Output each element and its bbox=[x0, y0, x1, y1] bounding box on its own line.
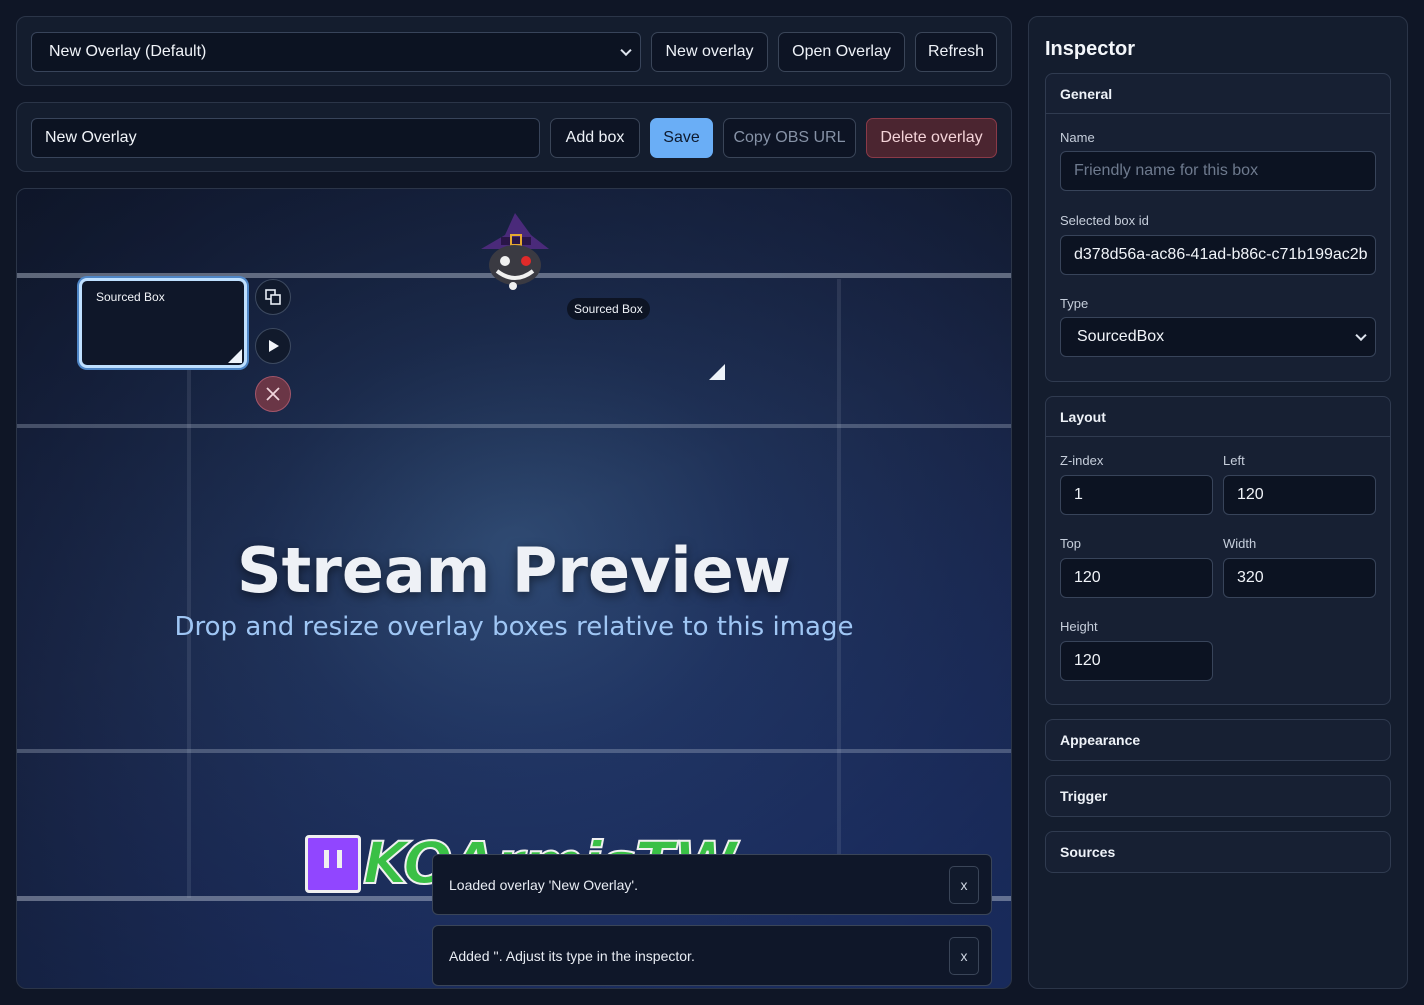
general-section: General Name Friendly name for this box … bbox=[1045, 73, 1391, 382]
open-overlay-button[interactable]: Open Overlay bbox=[778, 32, 905, 72]
other-box-resize-handle[interactable] bbox=[709, 364, 725, 380]
height-input[interactable]: 120 bbox=[1060, 641, 1213, 681]
toast-close-button[interactable]: x bbox=[949, 937, 979, 975]
left-value: 120 bbox=[1237, 486, 1264, 503]
overlay-selector-bar: New Overlay (Default) New overlay Open O… bbox=[16, 16, 1012, 86]
inspector-panel: Inspector General Name Friendly name for… bbox=[1028, 16, 1408, 989]
delete-overlay-button[interactable]: Delete overlay bbox=[866, 118, 997, 158]
appearance-section[interactable]: Appearance bbox=[1045, 719, 1391, 761]
width-value: 320 bbox=[1237, 569, 1264, 586]
height-label: Height bbox=[1060, 619, 1098, 634]
layout-section: Layout Z-index 1 Left 120 Top 120 Width … bbox=[1045, 396, 1391, 705]
overlay-name-input[interactable]: New Overlay bbox=[31, 118, 540, 158]
general-section-header[interactable]: General bbox=[1046, 74, 1390, 114]
save-button[interactable]: Save bbox=[650, 118, 713, 158]
refresh-button[interactable]: Refresh bbox=[915, 32, 997, 72]
selected-box-id-label: Selected box id bbox=[1060, 213, 1149, 228]
left-input[interactable]: 120 bbox=[1223, 475, 1376, 515]
selected-box-id-value: d378d56a-ac86-41ad-b86c-c71b199ac2b bbox=[1074, 246, 1368, 263]
toast-text: Added ''. Adjust its type in the inspect… bbox=[449, 948, 695, 964]
box-label: Sourced Box bbox=[96, 290, 165, 304]
new-overlay-button[interactable]: New overlay bbox=[651, 32, 768, 72]
overlay-select[interactable]: New Overlay (Default) bbox=[31, 32, 641, 72]
add-box-button[interactable]: Add box bbox=[550, 118, 640, 158]
trigger-section-header[interactable]: Trigger bbox=[1046, 776, 1390, 816]
remove-box-button[interactable] bbox=[255, 376, 291, 412]
resize-handle[interactable] bbox=[228, 349, 242, 363]
inspector-title: Inspector bbox=[1045, 38, 1136, 60]
type-select[interactable]: SourcedBox bbox=[1060, 317, 1376, 357]
overlay-select-value: New Overlay (Default) bbox=[49, 43, 207, 60]
box-name-placeholder: Friendly name for this box bbox=[1074, 162, 1259, 179]
zindex-value: 1 bbox=[1074, 486, 1083, 503]
toast-notification: Loaded overlay 'New Overlay'. x bbox=[432, 854, 992, 915]
type-label: Type bbox=[1060, 296, 1089, 311]
name-label: Name bbox=[1060, 130, 1095, 145]
duplicate-icon bbox=[265, 289, 281, 305]
layout-section-header[interactable]: Layout bbox=[1046, 397, 1390, 437]
mascot-avatar bbox=[481, 213, 549, 290]
top-input[interactable]: 120 bbox=[1060, 558, 1213, 598]
twitch-logo bbox=[305, 835, 361, 893]
duplicate-box-button[interactable] bbox=[255, 279, 291, 315]
type-select-value: SourcedBox bbox=[1077, 328, 1165, 345]
copy-obs-url-button[interactable]: Copy OBS URL bbox=[723, 118, 856, 158]
selected-box-id-field[interactable]: d378d56a-ac86-41ad-b86c-c71b199ac2b bbox=[1060, 235, 1376, 275]
sources-section-header[interactable]: Sources bbox=[1046, 832, 1390, 872]
trigger-section[interactable]: Trigger bbox=[1045, 775, 1391, 817]
toast-text: Loaded overlay 'New Overlay'. bbox=[449, 877, 638, 893]
height-value: 120 bbox=[1074, 652, 1101, 669]
play-icon bbox=[269, 340, 279, 352]
zindex-label: Z-index bbox=[1060, 453, 1104, 468]
sources-section[interactable]: Sources bbox=[1045, 831, 1391, 873]
overlay-name-value: New Overlay bbox=[45, 129, 137, 146]
selected-overlay-box[interactable]: Sourced Box bbox=[79, 278, 247, 368]
toast-close-button[interactable]: x bbox=[949, 866, 979, 904]
chevron-down-icon bbox=[1355, 329, 1367, 342]
preview-subtitle: Drop and resize overlay boxes relative t… bbox=[174, 612, 854, 642]
left-label: Left bbox=[1223, 453, 1245, 468]
top-value: 120 bbox=[1074, 569, 1101, 586]
preview-title: Stream Preview bbox=[236, 534, 791, 607]
width-input[interactable]: 320 bbox=[1223, 558, 1376, 598]
other-box-label[interactable]: Sourced Box bbox=[567, 298, 650, 320]
zindex-input[interactable]: 1 bbox=[1060, 475, 1213, 515]
overlay-edit-bar: New Overlay Add box Save Copy OBS URL De… bbox=[16, 102, 1012, 172]
chevron-down-icon bbox=[620, 44, 632, 57]
width-label: Width bbox=[1223, 536, 1257, 551]
box-name-input[interactable]: Friendly name for this box bbox=[1060, 151, 1376, 191]
play-box-button[interactable] bbox=[255, 328, 291, 364]
appearance-section-header[interactable]: Appearance bbox=[1046, 720, 1390, 760]
close-icon bbox=[266, 387, 280, 401]
top-label: Top bbox=[1060, 536, 1081, 551]
toast-notification: Added ''. Adjust its type in the inspect… bbox=[432, 925, 992, 986]
